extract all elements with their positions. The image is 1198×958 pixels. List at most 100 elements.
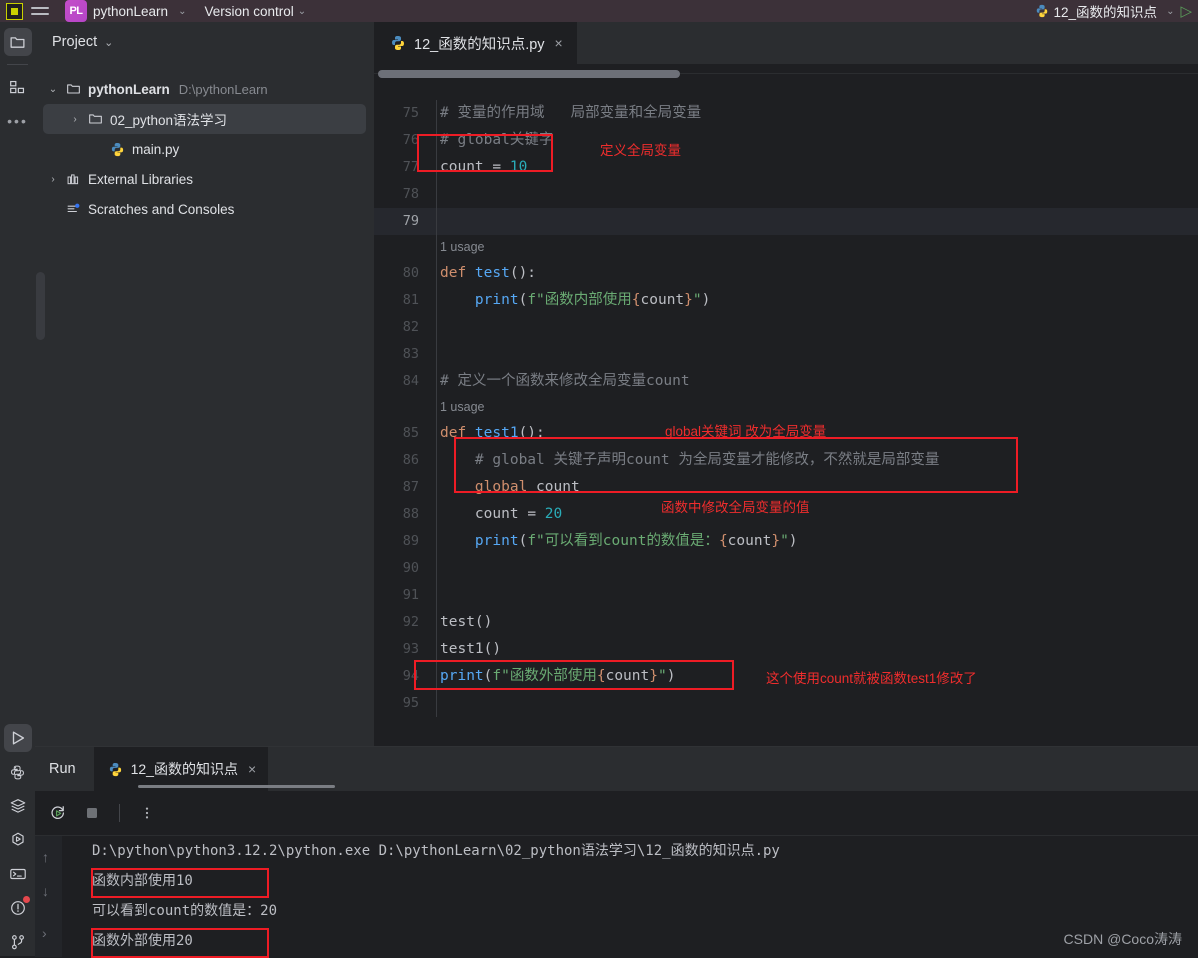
sidebar-item-python-console[interactable] [4, 826, 32, 854]
gutter-divider [436, 663, 437, 690]
code-token: global [474, 479, 537, 495]
code-token: ( [518, 292, 528, 308]
stop-button[interactable] [77, 798, 107, 828]
chevron-right-icon[interactable]: › [65, 114, 85, 125]
tree-node[interactable]: ›Scratches and Consoles [35, 194, 374, 224]
tree-node[interactable]: › 02_python语法学习 [43, 104, 366, 134]
console-line: 可以看到count的数值是：20 [92, 903, 278, 919]
more-options-button[interactable] [132, 798, 162, 828]
gutter-divider [436, 260, 437, 287]
code-token: ) [788, 533, 798, 549]
rerun-button[interactable] [43, 798, 73, 828]
sidebar-item-version-control[interactable] [4, 928, 32, 956]
line-number: 83 [402, 346, 419, 362]
sidebar-item-project[interactable] [3, 28, 32, 56]
code-token: = [492, 159, 510, 175]
line-number: 75 [402, 105, 419, 121]
tree-node[interactable]: ⌄ pythonLearn D:\pythonLearn [35, 74, 374, 104]
code-line[interactable]: 86 # global 关键子声明count 为全局变量才能修改，不然就是局部变… [374, 447, 1198, 474]
sidebar-item-more[interactable]: ••• [4, 107, 32, 135]
sidebar-item-python-packages[interactable] [4, 758, 32, 786]
folder-icon [63, 82, 83, 97]
python-file-icon [1036, 4, 1047, 18]
code-line[interactable]: 79 [374, 208, 1198, 235]
code-text: # 定义一个函数来修改全局变量count [440, 368, 690, 395]
sidebar-item-problems[interactable] [4, 894, 32, 922]
code-line[interactable]: 83 [374, 341, 1198, 368]
code-line[interactable]: 92 test() [374, 609, 1198, 636]
code-line[interactable]: 95 [374, 690, 1198, 717]
project-scrollbar[interactable] [36, 272, 45, 340]
code-line[interactable]: 82 [374, 314, 1198, 341]
editor-tab-active[interactable]: 12_函数的知识点.py × [374, 22, 577, 64]
code-line[interactable]: 75 # 变量的作用域 局部变量和全局变量 [374, 100, 1198, 127]
annotation-define-global-variable: 定义全局变量 [600, 143, 681, 158]
code-token: test1 [474, 425, 519, 441]
code-line[interactable]: 93 test1() [374, 636, 1198, 663]
line-number: 77 [402, 159, 419, 175]
hamburger-menu-icon[interactable] [23, 0, 57, 22]
tree-node-label: 02_python语法学习 [110, 113, 228, 128]
sidebar-item-terminal[interactable] [4, 860, 32, 888]
editor-horizontal-scrollbar[interactable] [378, 70, 680, 78]
code-line[interactable]: 80 def test(): [374, 260, 1198, 287]
chevron-down-icon[interactable]: ⌄ [43, 84, 63, 95]
tree-node-content: › External Libraries [43, 172, 193, 187]
code-line[interactable]: 90 [374, 555, 1198, 582]
expand-icon[interactable]: › [42, 926, 47, 940]
code-token: count [602, 533, 647, 549]
code-token: count [640, 292, 685, 308]
scroll-down-icon[interactable]: ↓ [42, 884, 49, 898]
console-line: D:\python\python3.12.2\python.exe D:\pyt… [92, 843, 780, 859]
version-control-widget[interactable]: Version control [204, 4, 293, 19]
run-play-icon[interactable]: ▷ [1180, 4, 1192, 19]
project-tool-window: Project ⌄ ⌄ pythonLearn D:\pythonLearn › 02_… [35, 22, 374, 746]
line-number: 89 [402, 533, 419, 549]
code-token: print [474, 533, 519, 549]
code-text: print(f"函数外部使用{count}") [440, 663, 675, 690]
run-configuration-selector[interactable]: 12_函数的知识点 ⌄ [1035, 1, 1174, 21]
code-token: } [684, 292, 693, 308]
code-token: test [440, 614, 475, 630]
code-line[interactable]: 81 print(f"函数内部使用{count}") [374, 287, 1198, 314]
project-header[interactable]: Project ⌄ [35, 22, 374, 62]
chevron-right-icon[interactable]: › [43, 174, 63, 185]
annotation-global-keyword: global关键词 改为全局变量 [665, 424, 827, 439]
gutter-divider [436, 420, 437, 447]
gutter-divider [436, 501, 437, 528]
close-icon[interactable]: × [246, 762, 258, 776]
close-icon[interactable]: × [553, 36, 565, 50]
sidebar-item-run[interactable] [3, 724, 32, 752]
tree-node[interactable]: ›main.py [35, 134, 374, 164]
code-line[interactable]: 89 print(f"可以看到count的数值是：{count}") [374, 528, 1198, 555]
code-line[interactable]: 77 count = 10 [374, 154, 1198, 181]
code-token: " [692, 292, 702, 308]
project-widget[interactable]: PL pythonLearn ⌄ [65, 0, 186, 22]
code-token: def [440, 265, 475, 281]
scroll-up-icon[interactable]: ↑ [42, 850, 49, 864]
console-output[interactable]: ↑ ↓ › D:\python\python3.12.2\python.exe … [35, 836, 1198, 958]
tree-node-content: ›main.py [43, 142, 179, 157]
line-number: 82 [402, 319, 419, 335]
sidebar-item-structure[interactable] [4, 73, 32, 101]
code-line[interactable]: 76 # global关键字 [374, 127, 1198, 154]
code-text: def test1(): [440, 420, 545, 447]
code-line[interactable]: 78 [374, 181, 1198, 208]
line-number: 87 [402, 479, 419, 495]
usage-inlay-hint[interactable]: 1 usage [374, 235, 1198, 260]
editor-tab-bar: 12_函数的知识点.py × [374, 22, 1198, 64]
rail-divider [7, 64, 28, 65]
line-number: 95 [402, 695, 419, 711]
run-tool-window: Run 12_函数的知识点 × ↑ ↓ › D:\python\python3.… [35, 746, 1198, 958]
code-token: f"可以看到 [527, 533, 603, 549]
code-line[interactable]: 91 [374, 582, 1198, 609]
run-toolbar [35, 791, 1198, 836]
code-text: test() [440, 609, 492, 636]
main-toolbar: PL pythonLearn ⌄ Version control ⌄ 12_函数… [0, 0, 1198, 22]
tree-node[interactable]: › External Libraries [35, 164, 374, 194]
code-line[interactable]: 84 # 定义一个函数来修改全局变量count [374, 368, 1198, 395]
tree-node-path: D:\pythonLearn [178, 81, 268, 97]
sidebar-item-database[interactable] [4, 792, 32, 820]
usage-inlay-hint[interactable]: 1 usage [374, 395, 1198, 420]
